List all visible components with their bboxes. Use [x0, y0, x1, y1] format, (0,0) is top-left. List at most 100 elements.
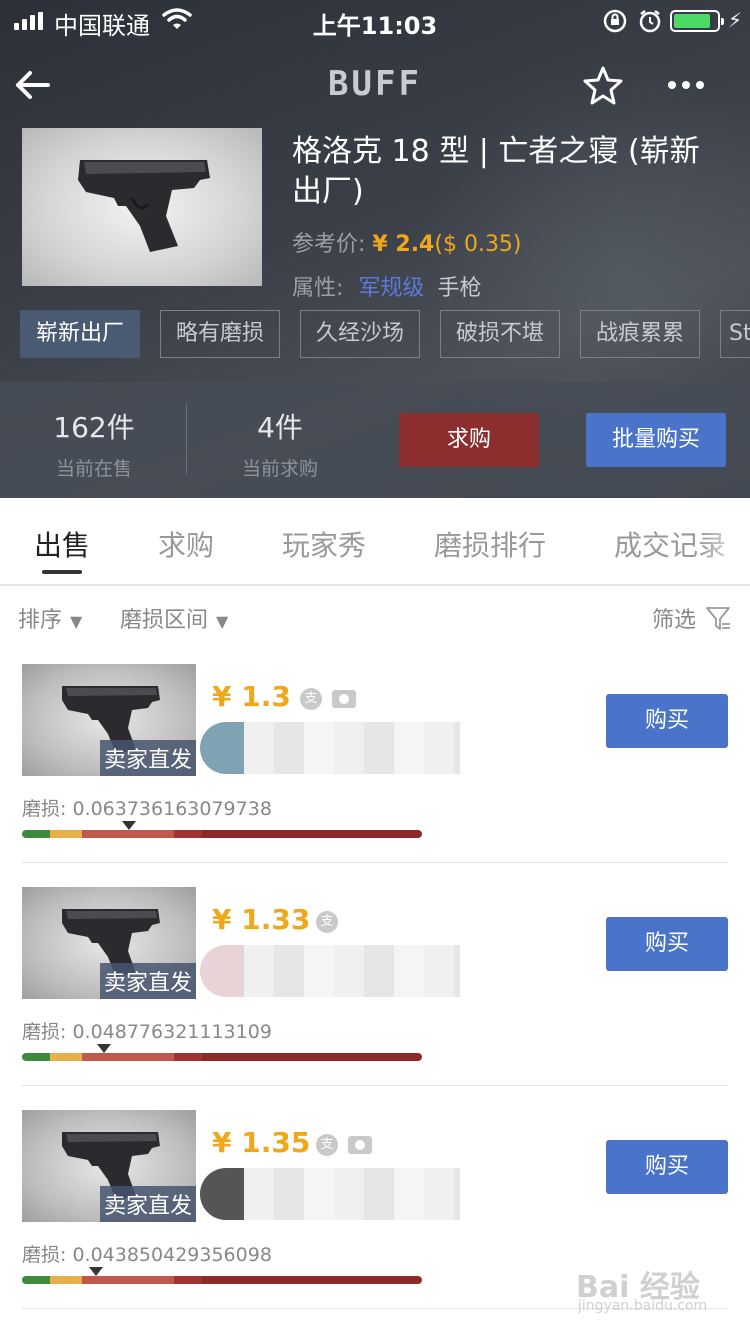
wear-range-dropdown[interactable]: 磨损区间 ▼	[120, 602, 228, 634]
wear-segment	[82, 830, 174, 838]
listing-row[interactable]: 卖家直发 ¥ 1.3 支 购买磨损: 0.063736163079738	[0, 664, 750, 886]
wear-tab-field-tested[interactable]: 久经沙场	[300, 310, 420, 358]
wear-segment	[82, 1276, 174, 1284]
listing-price: ¥ 1.3	[212, 680, 291, 713]
seller-info[interactable]	[200, 1168, 460, 1220]
active-tab-indicator	[42, 570, 82, 574]
seller-direct-tag: 卖家直发	[99, 963, 196, 999]
wear-segment	[174, 830, 202, 838]
filter-bar: 排序 ▼ 磨损区间 ▼ 筛选	[0, 588, 750, 648]
main-tabs: 出售 求购 玩家秀 磨损排行 成交记录	[0, 498, 750, 586]
wear-marker	[96, 1044, 111, 1053]
tab-buying[interactable]: 求购	[158, 524, 214, 564]
wear-scale-bar	[22, 1053, 422, 1061]
tab-fade	[700, 498, 750, 584]
wear-scale-bar	[22, 830, 422, 838]
nav-bar: BUFF	[0, 50, 750, 120]
sort-label: 排序	[18, 608, 63, 633]
wanted-count: 4件	[257, 411, 303, 444]
buy-button[interactable]: 购买	[606, 917, 728, 971]
on-sale-count: 162件	[53, 411, 135, 444]
caret-down-icon: ▼	[70, 612, 83, 631]
wear-tab-stattrak[interactable]: St	[720, 310, 750, 358]
wanted-label: 当前求购	[241, 458, 318, 480]
wear-segment	[202, 1053, 422, 1061]
item-image	[22, 128, 262, 286]
wear-float: 0.048776321113109	[72, 1021, 272, 1043]
seller-info[interactable]	[200, 722, 460, 774]
wear-segment	[50, 1053, 82, 1061]
tab-wear-ranking[interactable]: 磨损排行	[434, 524, 546, 564]
wear-segment	[50, 1276, 82, 1284]
tab-selling[interactable]: 出售	[34, 524, 90, 564]
wear-tabs: 崭新出厂 略有磨损 久经沙场 破损不堪 战痕累累 St	[20, 310, 750, 358]
wear-segment	[202, 830, 422, 838]
wear-segment	[202, 1276, 422, 1284]
item-type: 手枪	[437, 276, 482, 301]
seller-direct-tag: 卖家直发	[99, 740, 196, 776]
seller-avatar[interactable]	[200, 945, 244, 997]
wanted-stat: 4件 当前求购	[200, 406, 360, 481]
wear-tab-factory-new[interactable]: 崭新出厂	[20, 310, 140, 358]
camera-icon	[332, 690, 356, 708]
seller-info[interactable]	[200, 945, 460, 997]
payment-icons: 支	[316, 911, 338, 933]
listing-image[interactable]: 卖家直发	[22, 1110, 196, 1222]
item-title: 格洛克 18 型 | 亡者之寝 (崭新出厂)	[292, 134, 700, 209]
seller-name-blurred	[244, 1168, 460, 1220]
wear-float: 0.043850429356098	[72, 1244, 272, 1266]
alipay-icon: 支	[316, 1134, 338, 1156]
favorite-star-button[interactable]	[582, 64, 624, 106]
item-grade[interactable]: 军规级	[358, 276, 424, 301]
wear-range-label: 磨损区间	[120, 608, 209, 633]
payment-icons: 支	[316, 1134, 372, 1156]
alipay-icon: 支	[300, 688, 322, 710]
camera-icon	[348, 1136, 372, 1154]
watermark-url: jingyan.baidu.com	[578, 1298, 708, 1314]
on-sale-label: 当前在售	[55, 458, 132, 480]
listing-row[interactable]: 卖家直发 ¥ 1.33 支 购买磨损: 0.048776321113109	[0, 887, 750, 1109]
wear-segment	[174, 1276, 202, 1284]
battery-icon	[670, 10, 724, 32]
sort-dropdown[interactable]: 排序 ▼	[18, 602, 82, 634]
filter-button[interactable]: 筛选	[652, 602, 732, 634]
wear-tab-battle-scarred[interactable]: 战痕累累	[580, 310, 700, 358]
tab-player-showcase[interactable]: 玩家秀	[282, 524, 366, 564]
status-bar: 中国联通 上午11:03 ⚡	[0, 0, 750, 42]
wear-value: 磨损: 0.048776321113109	[22, 1017, 272, 1044]
rotation-lock-icon	[603, 9, 627, 33]
listing-image[interactable]: 卖家直发	[22, 887, 196, 999]
filter-label: 筛选	[652, 608, 697, 633]
seller-avatar[interactable]	[200, 722, 244, 774]
seller-avatar[interactable]	[200, 1168, 244, 1220]
wear-value: 磨损: 0.063736163079738	[22, 794, 272, 821]
wear-segment	[22, 830, 50, 838]
item-attributes: 属性: 军规级 手枪	[292, 270, 481, 302]
want-to-buy-button[interactable]: 求购	[399, 413, 539, 467]
alarm-icon	[639, 10, 661, 33]
charging-icon: ⚡	[728, 8, 743, 32]
listing-price: ¥ 1.33	[212, 903, 311, 936]
reference-price-cny: ¥ 2.4	[372, 232, 435, 257]
reference-price: 参考价: ¥ 2.4($ 0.35)	[292, 226, 522, 258]
wear-value: 磨损: 0.043850429356098	[22, 1240, 272, 1267]
buff-logo: BUFF	[328, 64, 422, 104]
bulk-buy-button[interactable]: 批量购买	[586, 413, 726, 467]
funnel-icon	[706, 607, 731, 630]
row-divider	[22, 1085, 728, 1086]
row-divider	[22, 862, 728, 863]
wear-segment	[22, 1276, 50, 1284]
stats-bar: 162件 当前在售 4件 当前求购 求购 批量购买	[0, 382, 750, 498]
buy-button[interactable]: 购买	[606, 1140, 728, 1194]
buy-button[interactable]: 购买	[606, 694, 728, 748]
on-sale-stat: 162件 当前在售	[14, 406, 174, 481]
wear-segment	[50, 830, 82, 838]
item-header: 中国联通 上午11:03 ⚡ BUFF 格洛克 18 型 | 亡者之寝 (崭新出…	[0, 0, 750, 498]
wear-segment	[82, 1053, 174, 1061]
wear-marker	[122, 821, 137, 830]
wear-tab-minimal-wear[interactable]: 略有磨损	[160, 310, 280, 358]
listing-image[interactable]: 卖家直发	[22, 664, 196, 776]
more-options-button[interactable]	[664, 64, 708, 106]
wear-tab-well-worn[interactable]: 破损不堪	[440, 310, 560, 358]
payment-icons: 支	[300, 688, 356, 710]
